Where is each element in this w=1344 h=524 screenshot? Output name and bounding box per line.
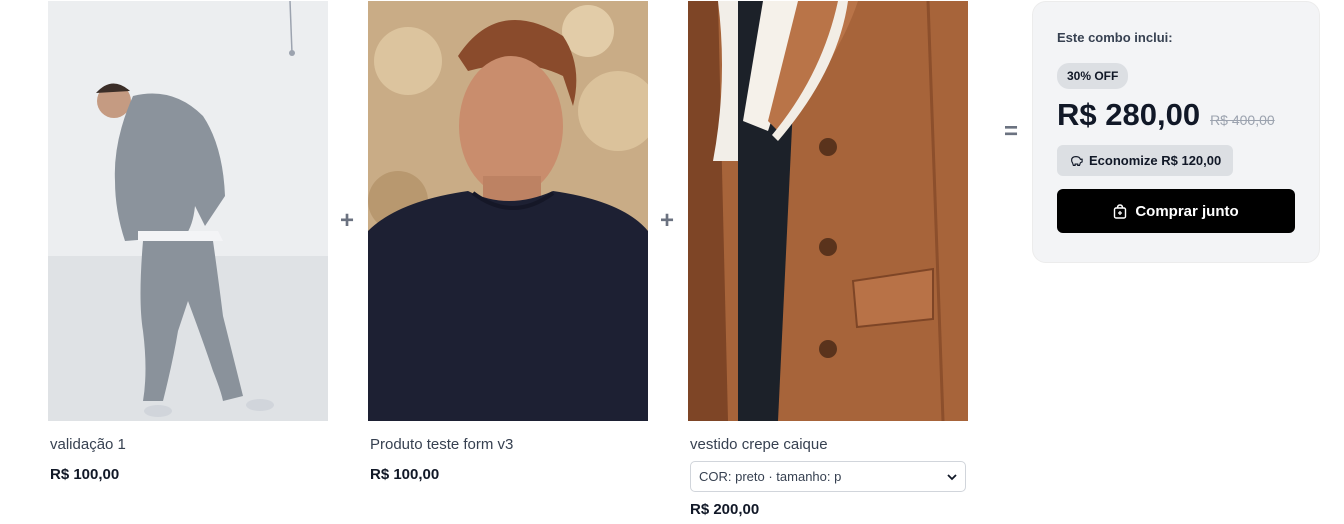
buy-button-label: Comprar junto	[1135, 202, 1239, 220]
savings-text: Economize R$ 120,00	[1089, 153, 1222, 168]
variant-select-value: COR: preto · tamanho: p	[699, 469, 842, 484]
combo-original-price: R$ 400,00	[1210, 112, 1275, 128]
product-image-3[interactable]	[688, 1, 968, 421]
variant-select[interactable]: COR: preto · tamanho: p	[690, 461, 966, 492]
savings-badge: Economize R$ 120,00	[1057, 145, 1234, 176]
plus-icon: +	[340, 207, 355, 234]
equals-icon: =	[1004, 118, 1019, 145]
plus-icon: +	[660, 207, 675, 234]
product-name[interactable]: Produto teste form v3	[370, 436, 648, 453]
product-card-1: validação 1 R$ 100,00	[48, 1, 328, 483]
combo-summary-panel: Este combo inclui: 30% OFF R$ 280,00 R$ …	[1032, 1, 1320, 263]
product-image-2[interactable]	[368, 1, 648, 421]
product-card-3: vestido crepe caique COR: preto · tamanh…	[688, 1, 968, 518]
buy-together-button[interactable]: Comprar junto	[1057, 189, 1295, 233]
product-price: R$ 200,00	[690, 501, 760, 518]
combo-price-row: R$ 280,00 R$ 400,00	[1057, 97, 1295, 133]
piggy-bank-icon	[1071, 155, 1083, 166]
shopping-bag-icon	[1114, 203, 1127, 219]
product-card-2: Produto teste form v3 R$ 100,00	[368, 1, 648, 483]
product-price: R$ 100,00	[370, 466, 440, 483]
product-price: R$ 100,00	[50, 466, 120, 483]
product-name[interactable]: validação 1	[50, 436, 328, 453]
product-name[interactable]: vestido crepe caique	[690, 436, 968, 453]
product-image-1[interactable]	[48, 1, 328, 421]
combo-price: R$ 280,00	[1057, 97, 1201, 132]
combo-heading: Este combo inclui:	[1057, 30, 1173, 45]
chevron-down-icon	[947, 473, 957, 480]
discount-badge: 30% OFF	[1057, 63, 1129, 89]
